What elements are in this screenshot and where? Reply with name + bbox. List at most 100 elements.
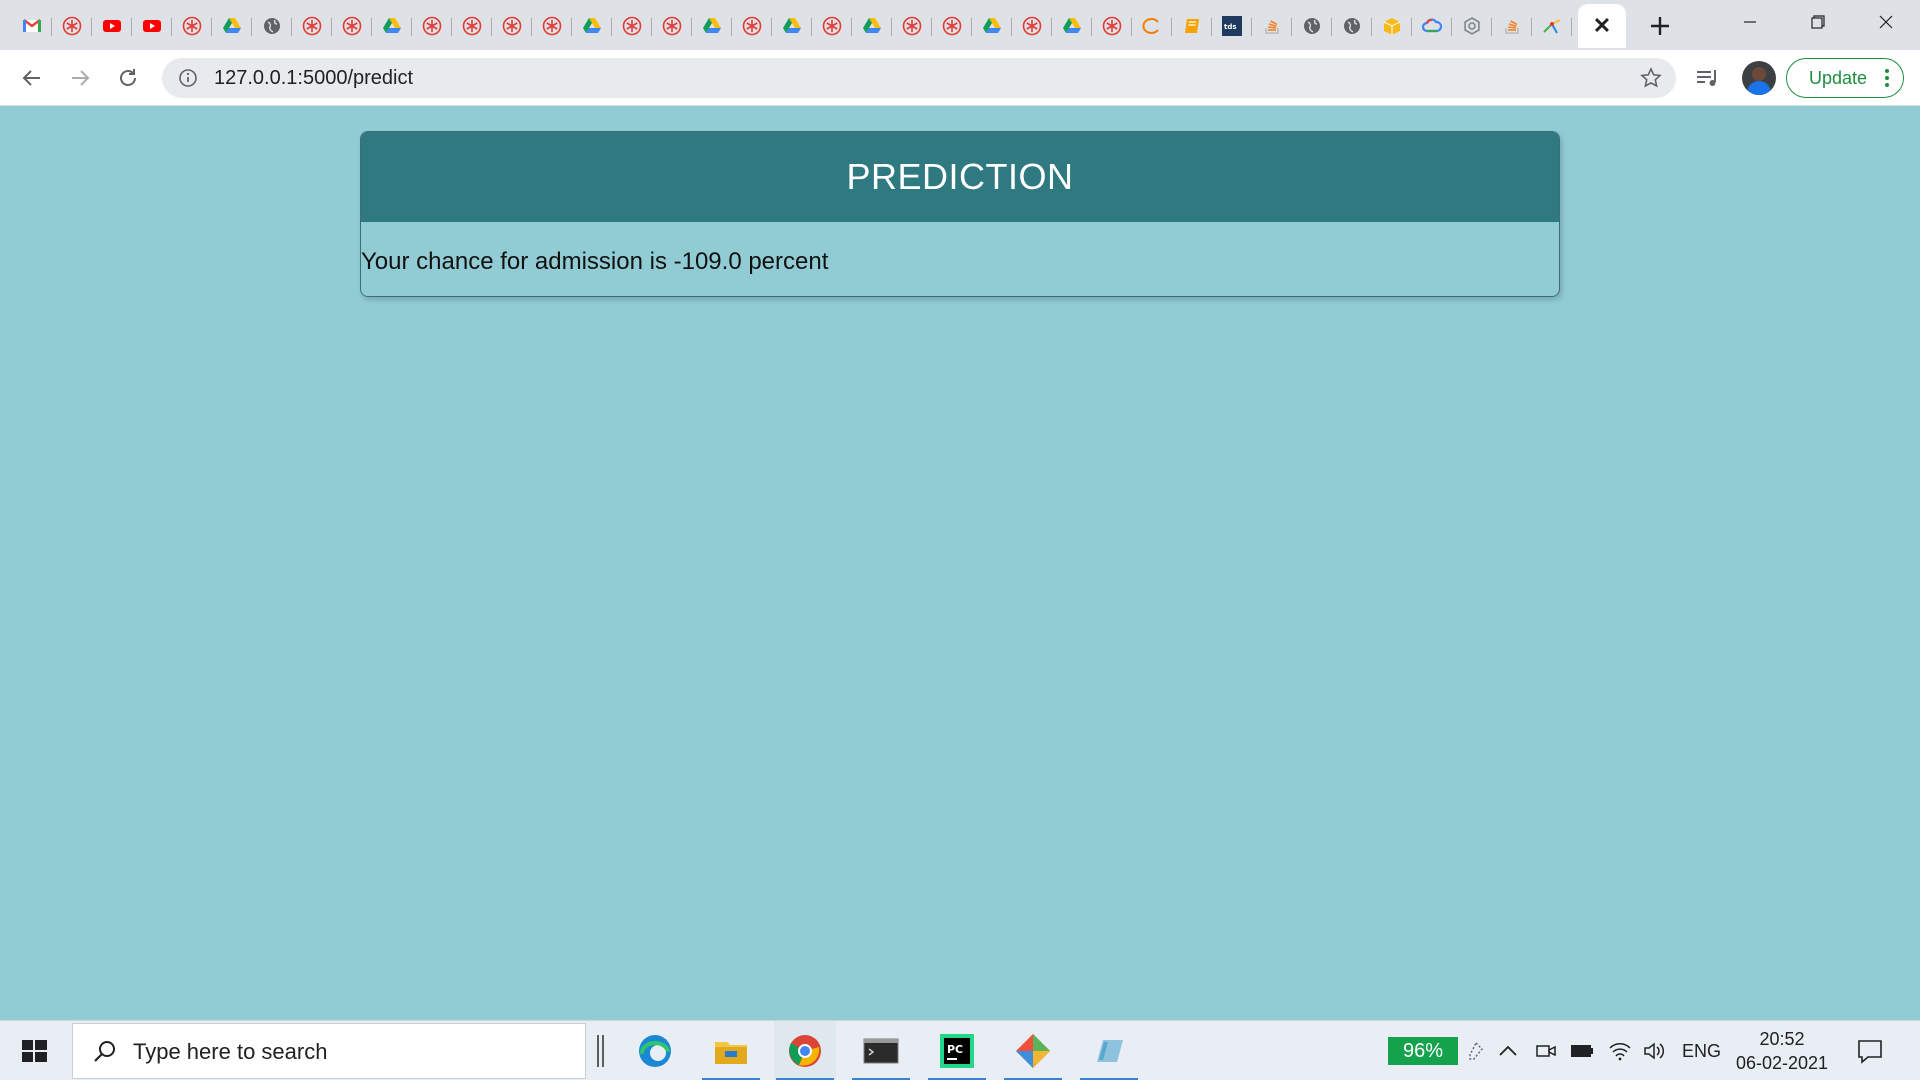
minimize-button[interactable] bbox=[1716, 0, 1784, 44]
browser-tab[interactable] bbox=[1252, 4, 1292, 48]
browser-tab[interactable] bbox=[932, 4, 972, 48]
browser-tab[interactable] bbox=[492, 4, 532, 48]
browser-tab[interactable] bbox=[332, 4, 372, 48]
browser-tab[interactable] bbox=[852, 4, 892, 48]
browser-tab[interactable] bbox=[12, 4, 52, 48]
address-bar[interactable]: 127.0.0.1:5000/predict bbox=[162, 58, 1676, 98]
search-placeholder: Type here to search bbox=[133, 1039, 328, 1064]
browser-tab[interactable] bbox=[252, 4, 292, 48]
stack-icon bbox=[1265, 20, 1279, 34]
browser-tab[interactable] bbox=[1172, 4, 1212, 48]
browser-tab[interactable] bbox=[1452, 4, 1492, 48]
window-controls bbox=[1716, 0, 1920, 44]
browser-tab[interactable] bbox=[692, 4, 732, 48]
browser-tab[interactable] bbox=[1532, 4, 1572, 48]
volume-icon[interactable] bbox=[1642, 1039, 1666, 1063]
browser-tab[interactable] bbox=[92, 4, 132, 48]
close-window-button[interactable] bbox=[1852, 0, 1920, 44]
browser-tab[interactable] bbox=[172, 4, 212, 48]
drive-icon bbox=[383, 18, 401, 33]
browser-tab[interactable] bbox=[1132, 4, 1172, 48]
youtube-icon bbox=[103, 20, 121, 32]
browser-tab[interactable] bbox=[52, 4, 92, 48]
browser-tab[interactable] bbox=[812, 4, 852, 48]
address-text[interactable]: 127.0.0.1:5000/predict bbox=[214, 58, 413, 98]
asterisk-icon bbox=[1022, 16, 1042, 36]
browser-tab[interactable] bbox=[732, 4, 772, 48]
wifi-icon[interactable] bbox=[1608, 1039, 1632, 1063]
drive-icon bbox=[1063, 18, 1081, 33]
browser-tab[interactable] bbox=[772, 4, 812, 48]
chevron-up-icon[interactable] bbox=[1496, 1039, 1520, 1063]
close-tab-icon[interactable]: ✕ bbox=[1593, 15, 1611, 37]
browser-tab[interactable] bbox=[1052, 4, 1092, 48]
notification-icon[interactable] bbox=[1856, 1037, 1884, 1065]
star-icon[interactable] bbox=[1640, 67, 1662, 89]
browser-tab[interactable] bbox=[972, 4, 1012, 48]
meet-now-icon[interactable] bbox=[1534, 1039, 1558, 1063]
taskbar-app-notepad[interactable] bbox=[1078, 1021, 1140, 1080]
browser-tab[interactable] bbox=[412, 4, 452, 48]
gmail-icon bbox=[23, 19, 41, 32]
browser-tab[interactable] bbox=[1292, 4, 1332, 48]
browser-tab[interactable] bbox=[132, 4, 172, 48]
taskbar-app-pycharm[interactable]: PC bbox=[926, 1021, 988, 1080]
browser-tab[interactable] bbox=[1372, 4, 1412, 48]
plus-icon bbox=[1651, 17, 1669, 35]
new-tab-button[interactable] bbox=[1640, 6, 1680, 46]
browser-tab[interactable] bbox=[532, 4, 572, 48]
taskbar-app-terminal[interactable] bbox=[850, 1021, 912, 1080]
windows-start-icon[interactable] bbox=[14, 1033, 54, 1069]
task-view-icon[interactable] bbox=[596, 1033, 606, 1069]
card-header: PREDICTION bbox=[361, 132, 1559, 222]
taskbar-app-chrome[interactable] bbox=[774, 1021, 836, 1080]
taskbar-app-git[interactable] bbox=[1002, 1021, 1064, 1080]
media-control-icon[interactable] bbox=[1694, 64, 1722, 92]
update-button[interactable]: Update bbox=[1786, 58, 1904, 98]
chrome-icon bbox=[789, 1035, 821, 1067]
input-language[interactable]: ENG bbox=[1682, 1021, 1721, 1080]
reload-button[interactable] bbox=[110, 60, 146, 96]
browser-tab[interactable] bbox=[372, 4, 412, 48]
taskbar-app-edge[interactable] bbox=[624, 1021, 686, 1080]
asterisk-icon bbox=[502, 16, 522, 36]
browser-tab[interactable]: tds bbox=[1212, 4, 1252, 48]
browser-tab[interactable] bbox=[612, 4, 652, 48]
browser-tab[interactable] bbox=[1332, 4, 1372, 48]
browser-tab[interactable] bbox=[1092, 4, 1132, 48]
tab-strip: tds ✕ bbox=[0, 0, 1920, 50]
taskbar-search[interactable]: Type here to search bbox=[72, 1023, 586, 1079]
restore-button[interactable] bbox=[1784, 0, 1852, 44]
clock-time: 20:52 bbox=[1759, 1029, 1805, 1049]
profile-avatar[interactable] bbox=[1742, 61, 1776, 95]
browser-tab[interactable] bbox=[892, 4, 932, 48]
arrow-left-icon bbox=[22, 70, 40, 86]
asterisk-icon bbox=[62, 16, 82, 36]
youtube-icon bbox=[143, 20, 161, 32]
browser-tab[interactable] bbox=[1412, 4, 1452, 48]
asterisk-icon bbox=[1102, 16, 1122, 36]
browser-tab[interactable] bbox=[652, 4, 692, 48]
drive-icon bbox=[223, 18, 241, 33]
browser-tab[interactable] bbox=[572, 4, 612, 48]
back-button[interactable] bbox=[14, 60, 50, 96]
asterisk-icon bbox=[182, 16, 202, 36]
browser-tab-active[interactable]: ✕ bbox=[1578, 4, 1626, 48]
browser-tab[interactable] bbox=[292, 4, 332, 48]
update-label: Update bbox=[1809, 68, 1868, 88]
browser-tab[interactable] bbox=[1012, 4, 1052, 48]
browser-tab[interactable] bbox=[212, 4, 252, 48]
stack-icon bbox=[1505, 20, 1519, 34]
taskbar-clock[interactable]: 20:52 06-02-2021 bbox=[1732, 1027, 1832, 1075]
forward-button[interactable] bbox=[62, 60, 98, 96]
battery-icon[interactable] bbox=[1570, 1039, 1594, 1063]
info-icon[interactable] bbox=[178, 68, 198, 88]
browser-tab[interactable] bbox=[452, 4, 492, 48]
pen-icon[interactable] bbox=[1466, 1039, 1490, 1063]
taskbar-app-file-explorer[interactable] bbox=[700, 1021, 762, 1080]
clock-date: 06-02-2021 bbox=[1735, 1053, 1829, 1073]
browser-tab[interactable] bbox=[1492, 4, 1532, 48]
tds-text: tds bbox=[1224, 23, 1237, 31]
asterisk-icon bbox=[622, 16, 642, 36]
asterisk-icon bbox=[822, 16, 842, 36]
